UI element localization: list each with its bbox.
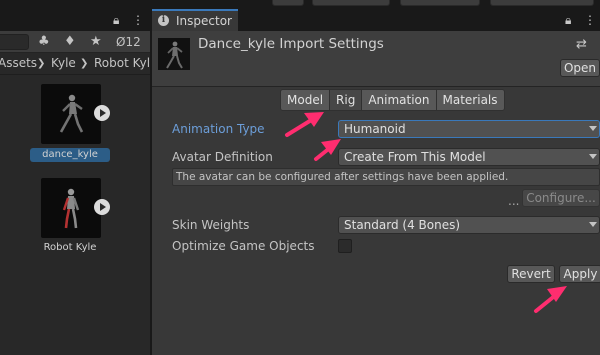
- annotation-arrow-apply-icon: [534, 286, 567, 313]
- annotation-arrows: [285, 112, 567, 313]
- annotation-arrow-animation-type-icon: [314, 139, 341, 161]
- annotation-arrow-rig-icon: [285, 112, 324, 137]
